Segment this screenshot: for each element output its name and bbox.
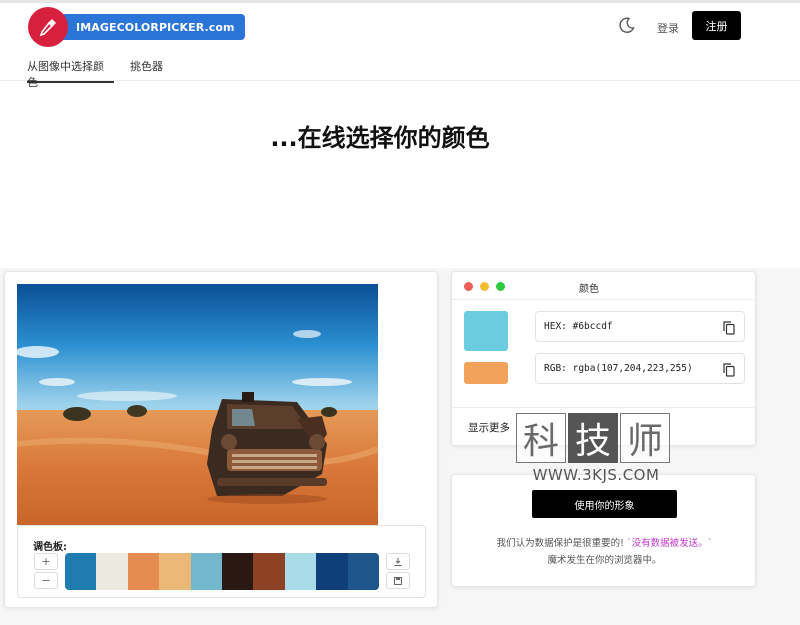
- palette-label: 调色板:: [33, 542, 67, 553]
- privacy-text: 我们认为数据保护是很重要的! `没有数据被发送。`: [452, 535, 757, 549]
- watermark: 科 技 师 WWW.3KJS.COM: [516, 413, 676, 487]
- save-icon[interactable]: [386, 572, 410, 589]
- divider: [452, 299, 757, 300]
- hex-value: HEX: #6bccdf: [544, 321, 613, 332]
- privacy-prefix: 我们认为数据保护是很重要的!: [496, 538, 624, 549]
- palette-swatch[interactable]: [159, 553, 191, 590]
- palette-panel: 调色板: + −: [17, 525, 426, 598]
- signup-button[interactable]: 注册: [692, 11, 741, 40]
- uploaded-image[interactable]: [17, 284, 378, 525]
- moon-icon[interactable]: [618, 16, 636, 34]
- tab-color-picker[interactable]: 挑色器: [130, 58, 163, 74]
- color-panel-title: 颜色: [579, 284, 599, 295]
- palette-swatch[interactable]: [190, 553, 223, 590]
- hex-field[interactable]: HEX: #6bccdf: [535, 311, 745, 342]
- eyedropper-icon: [28, 7, 68, 47]
- palette-swatch[interactable]: [284, 553, 317, 590]
- image-card: 调色板: + −: [4, 271, 438, 608]
- palette-swatch[interactable]: [347, 553, 379, 590]
- watermark-char: 科: [516, 413, 566, 463]
- watermark-char: 师: [620, 413, 670, 463]
- palette-swatch[interactable]: [316, 553, 348, 590]
- copy-icon[interactable]: [723, 320, 735, 335]
- use-your-image-button[interactable]: 使用你的形象: [532, 490, 677, 518]
- show-more-link[interactable]: 显示更多: [468, 420, 510, 435]
- privacy-highlight: `没有数据被发送。`: [626, 538, 713, 549]
- divider: [452, 407, 757, 408]
- secondary-color-swatch: [464, 362, 508, 384]
- rgb-value: RGB: rgba(107,204,223,255): [544, 363, 693, 374]
- palette-swatch[interactable]: [65, 553, 97, 590]
- remove-color-button[interactable]: −: [34, 572, 58, 589]
- palette-swatch[interactable]: [96, 553, 128, 590]
- copy-icon[interactable]: [723, 362, 735, 377]
- page-title: ...在线选择你的颜色: [270, 124, 490, 152]
- site-header: IMAGECOLORPICKER.com 登录 注册 从图像中选择颜色 挑色器: [0, 3, 800, 89]
- rgb-field[interactable]: RGB: rgba(107,204,223,255): [535, 353, 745, 384]
- privacy-line-2: 魔术发生在你的浏览器中。: [547, 555, 662, 566]
- tab-pick-from-image[interactable]: 从图像中选择颜色: [27, 58, 114, 89]
- add-color-button[interactable]: +: [34, 553, 58, 570]
- palette-swatch[interactable]: [127, 553, 160, 590]
- use-image-panel: 使用你的形象 我们认为数据保护是很重要的! `没有数据被发送。` 魔术发生在你的…: [451, 474, 756, 587]
- login-link[interactable]: 登录: [657, 20, 679, 36]
- site-logo[interactable]: IMAGECOLORPICKER.com: [28, 7, 245, 47]
- palette-swatch[interactable]: [222, 553, 254, 590]
- palette-swatches: [65, 553, 379, 590]
- palette-swatch[interactable]: [253, 553, 285, 590]
- watermark-url: WWW.3KJS.COM: [532, 466, 660, 484]
- primary-color-swatch: [464, 311, 508, 351]
- watermark-char: 技: [568, 413, 618, 463]
- logo-text: IMAGECOLORPICKER.com: [58, 14, 245, 40]
- download-icon[interactable]: [386, 553, 410, 570]
